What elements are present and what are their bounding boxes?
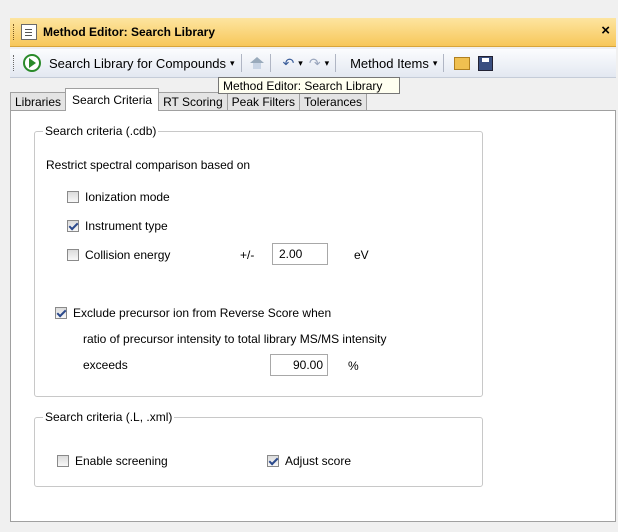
method-editor-window: Method Editor: Search Library × Search L… [0, 0, 618, 532]
exclude-precursor-label-line1: Exclude precursor ion from Reverse Score… [73, 306, 332, 320]
toolbar: Search Library for Compounds ▾ ↶ ▾ ↷ ▾ M… [10, 49, 616, 78]
search-library-button[interactable]: Search Library for Compounds [49, 56, 226, 71]
toolbar-separator [269, 54, 271, 72]
collision-energy-checkbox[interactable] [67, 249, 79, 261]
collision-energy-row[interactable]: Collision energy [67, 248, 170, 262]
enable-screening-label: Enable screening [75, 454, 168, 468]
exclude-precursor-row[interactable]: Exclude precursor ion from Reverse Score… [55, 306, 331, 320]
restrict-label: Restrict spectral comparison based on [46, 158, 251, 172]
adjust-score-row[interactable]: Adjust score [267, 454, 351, 468]
toolbar-separator [443, 54, 445, 72]
adjust-score-checkbox[interactable] [267, 455, 279, 467]
instrument-type-label: Instrument type [85, 219, 168, 233]
ionization-mode-row[interactable]: Ionization mode [67, 190, 170, 204]
enable-screening-checkbox[interactable] [57, 455, 69, 467]
title-bar: Method Editor: Search Library × [10, 18, 616, 47]
undo-icon[interactable]: ↶ [283, 55, 295, 72]
tab-rt-scoring[interactable]: RT Scoring [158, 92, 228, 111]
exclude-precursor-label-line3: exceeds [83, 358, 128, 372]
method-items-menu[interactable]: Method Items [350, 56, 429, 71]
ionization-mode-checkbox[interactable] [67, 191, 79, 203]
save-icon[interactable] [478, 55, 494, 71]
instrument-type-checkbox[interactable] [67, 220, 79, 232]
tab-libraries[interactable]: Libraries [10, 92, 67, 111]
cdb-group: Search criteria (.cdb) Restrict spectral… [34, 124, 483, 397]
collision-energy-plusminus: +/- [240, 248, 255, 262]
adjust-score-label: Adjust score [285, 454, 352, 468]
toolbar-separator [335, 54, 337, 72]
collision-energy-input[interactable]: 2.00 [272, 243, 328, 265]
enable-screening-row[interactable]: Enable screening [57, 454, 168, 468]
collision-energy-unit: eV [354, 248, 369, 262]
document-edit-icon [21, 24, 37, 40]
collision-energy-label: Collision energy [85, 248, 171, 262]
exclude-precursor-label-line2: ratio of precursor intensity to total li… [83, 332, 387, 346]
ionization-mode-label: Ionization mode [85, 190, 170, 204]
toolbar-separator [240, 54, 242, 72]
play-icon[interactable] [23, 54, 41, 72]
close-button[interactable]: × [601, 23, 610, 39]
search-criteria-panel: Search criteria (.cdb) Restrict spectral… [10, 110, 616, 522]
redo-icon[interactable]: ↷ [309, 55, 321, 72]
title-grip [13, 24, 17, 40]
tooltip: Method Editor: Search Library [218, 77, 400, 94]
window-title: Method Editor: Search Library [43, 25, 216, 39]
precursor-threshold-input[interactable]: 90.00 [270, 354, 328, 376]
exclude-precursor-checkbox[interactable] [55, 307, 67, 319]
tab-search-criteria[interactable]: Search Criteria [65, 88, 160, 111]
precursor-threshold-unit: % [348, 359, 359, 373]
lxml-group-legend: Search criteria (.L, .xml) [43, 410, 175, 424]
chevron-down-icon[interactable]: ▾ [325, 58, 330, 69]
lxml-group: Search criteria (.L, .xml) Enable screen… [34, 410, 483, 487]
home-icon[interactable] [249, 57, 264, 69]
restrict-label-row: Restrict spectral comparison based on [46, 158, 250, 172]
instrument-type-row[interactable]: Instrument type [67, 219, 168, 233]
chevron-down-icon[interactable]: ▾ [433, 58, 438, 69]
chevron-down-icon[interactable]: ▾ [230, 58, 235, 69]
chevron-down-icon[interactable]: ▾ [298, 58, 303, 69]
cdb-group-legend: Search criteria (.cdb) [43, 124, 159, 138]
open-folder-icon[interactable] [454, 56, 471, 70]
toolbar-grip[interactable] [13, 55, 17, 71]
